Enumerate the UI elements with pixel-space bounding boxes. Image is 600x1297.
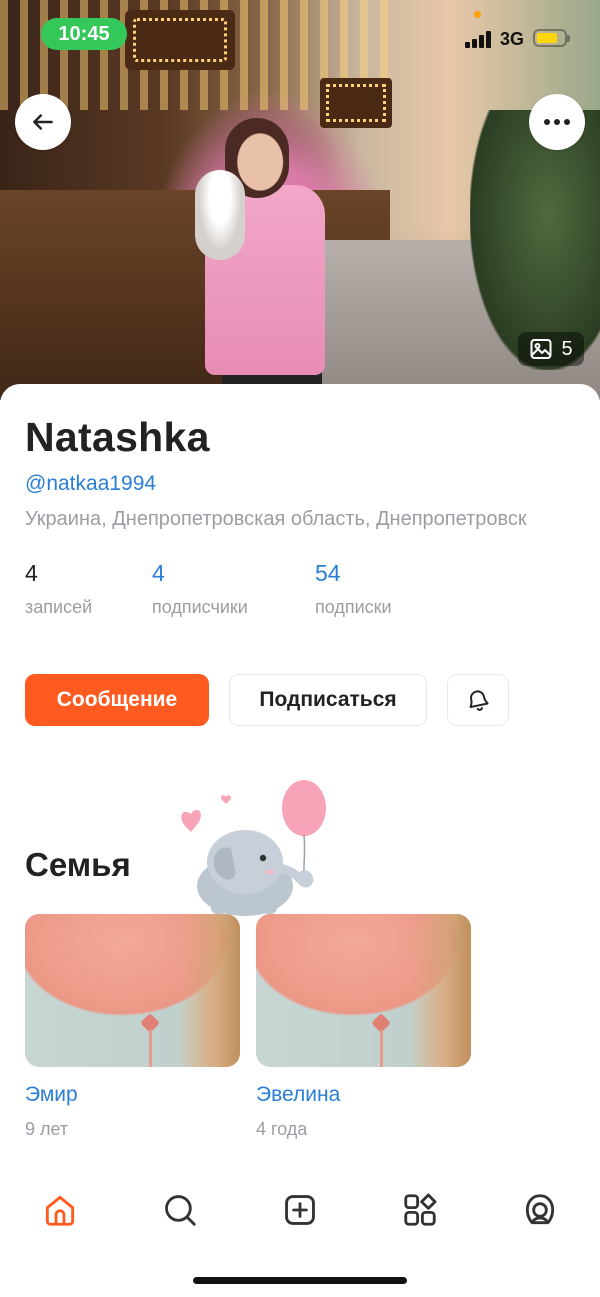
family-member-age: 4 года	[256, 1119, 308, 1139]
profile-handle[interactable]: @natkaa1994	[25, 472, 156, 496]
arrow-left-icon	[33, 114, 53, 130]
notifications-button[interactable]	[447, 674, 509, 726]
photo-count: 5	[561, 337, 573, 360]
tab-create[interactable]	[270, 1180, 330, 1240]
tab-services[interactable]	[390, 1180, 450, 1240]
family-member-name[interactable]: Эвелина	[256, 1083, 340, 1107]
family-section-title: Семья	[25, 846, 131, 883]
stat-posts[interactable]: 4 записей	[25, 560, 92, 618]
stat-following[interactable]: 54 подписки	[315, 560, 392, 618]
stat-posts-label: записей	[25, 597, 93, 617]
more-options-button[interactable]	[529, 94, 585, 150]
message-button[interactable]: Сообщение	[25, 674, 209, 726]
status-bar: 10:45 3G	[0, 0, 600, 70]
cellular-signal-icon	[465, 30, 493, 48]
home-indicator[interactable]	[193, 1277, 407, 1284]
bottom-tab-bar	[0, 1180, 600, 1240]
family-member-card[interactable]	[25, 914, 240, 1067]
stat-following-value: 54	[315, 560, 341, 586]
services-icon	[404, 1193, 437, 1226]
privacy-indicator-dot	[474, 11, 481, 18]
cover-scene-dog	[195, 170, 245, 260]
profile-icon	[525, 1194, 555, 1225]
family-member-name[interactable]: Эмир	[25, 1083, 78, 1107]
more-horizontal-icon	[544, 119, 570, 125]
image-icon	[530, 339, 552, 359]
tab-search[interactable]	[150, 1180, 210, 1240]
stat-following-label: подписки	[315, 597, 392, 617]
photo-count-badge[interactable]: 5	[518, 332, 584, 366]
stat-followers[interactable]: 4 подписчики	[152, 560, 248, 618]
elephant-balloon-sticker	[181, 780, 326, 916]
stat-followers-label: подписчики	[152, 597, 248, 617]
back-button[interactable]	[15, 94, 71, 150]
stat-posts-value: 4	[25, 560, 38, 586]
profile-location[interactable]: Украина, Днепропетровская область, Днепр…	[25, 508, 580, 531]
profile-name: Natashka	[25, 414, 210, 460]
family-member-card[interactable]	[256, 914, 471, 1067]
add-post-icon	[285, 1195, 315, 1225]
network-type: 3G	[500, 29, 525, 49]
battery-icon	[533, 29, 570, 47]
home-icon	[45, 1195, 75, 1226]
family-member-age: 9 лет	[25, 1119, 69, 1139]
search-icon	[165, 1195, 196, 1226]
bell-icon	[469, 690, 489, 711]
tab-home[interactable]	[30, 1180, 90, 1240]
status-time: 10:45	[41, 18, 127, 50]
stat-followers-value: 4	[152, 560, 165, 586]
tab-profile[interactable]	[510, 1180, 570, 1240]
subscribe-button[interactable]: Подписаться	[229, 674, 427, 726]
cover-scene-sign	[320, 78, 392, 128]
cover-scene-tree	[470, 110, 600, 370]
